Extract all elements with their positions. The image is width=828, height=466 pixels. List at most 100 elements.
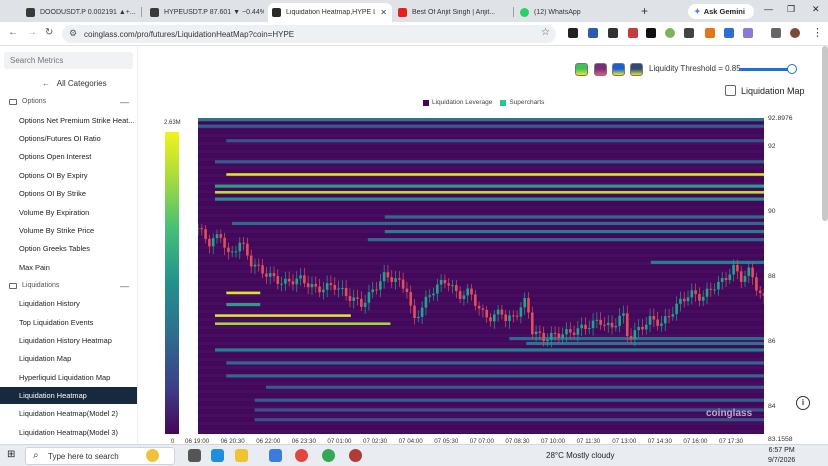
sidebar-item[interactable]: Liquidation Map (0, 350, 137, 367)
liquidity-threshold-slider[interactable] (739, 68, 793, 71)
back-icon[interactable]: ← (8, 27, 18, 38)
bookmark-star-icon[interactable]: ☆ (541, 27, 550, 38)
section-liquidations[interactable]: Liquidations — (9, 281, 129, 291)
color-theme-swatch[interactable] (575, 63, 588, 76)
extension-icon[interactable] (724, 28, 734, 38)
sidebar: ← All Categories Options — Options Net P… (0, 46, 138, 444)
extension-icon[interactable] (628, 28, 638, 38)
candle-body (413, 305, 416, 318)
page-scrollbar[interactable] (822, 46, 828, 221)
color-theme-swatch[interactable] (612, 63, 625, 76)
candle-body (584, 324, 587, 329)
browser-tab-hype[interactable]: HYPEUSDT.P 87.601 ▼ −0.44% (146, 3, 264, 22)
store-icon[interactable] (269, 449, 282, 462)
extension-icon[interactable] (743, 28, 753, 38)
liquidation-map-checkbox[interactable] (725, 85, 736, 96)
candle-body (405, 288, 409, 293)
color-theme-swatch[interactable] (594, 63, 607, 76)
liquidity-band (265, 385, 764, 389)
sidebar-item-liquidation-heatmap[interactable]: Liquidation Heatmap (0, 387, 137, 404)
extension-icon[interactable] (646, 28, 656, 38)
all-categories-link[interactable]: ← All Categories (42, 79, 107, 88)
candle-body (622, 313, 625, 316)
info-icon[interactable]: i (796, 396, 810, 410)
extension-icon[interactable] (665, 28, 675, 38)
sidebar-item[interactable]: Options Net Premium Strike Heat... (0, 112, 137, 129)
puzzle-extensions-icon[interactable] (771, 28, 781, 38)
liquidity-band (226, 291, 261, 295)
close-window-icon[interactable]: ✕ (812, 4, 820, 15)
chrome-icon[interactable] (295, 449, 308, 462)
browser-tab-liquidation-heatmap[interactable]: Liquidation Heatmap,HYPE Li... ✕ (268, 3, 392, 22)
sidebar-item[interactable]: Options/Futures OI Ratio (0, 130, 137, 147)
sidebar-item[interactable]: Options Open Interest (0, 148, 137, 165)
sidebar-item[interactable]: Liquidation History Heatmap (0, 332, 137, 349)
sidebar-item[interactable]: Volume By Expiration (0, 204, 137, 221)
sidebar-item[interactable]: Options OI By Expiry (0, 167, 137, 184)
plus-icon[interactable]: + (641, 4, 648, 18)
windows-start-icon[interactable]: ⊞ (7, 449, 15, 460)
color-theme-swatch[interactable] (630, 63, 643, 76)
windows-taskbar: ⊞ ⌕ Type here to search 28°C Mostly clou… (0, 444, 828, 466)
app-icon[interactable] (349, 449, 362, 462)
ask-gemini-button[interactable]: ✦ Ask Gemini (688, 4, 754, 19)
candle-body (477, 305, 481, 309)
legend-item-supercharts[interactable]: Supercharts (500, 99, 544, 106)
candle-body (606, 322, 610, 326)
sidebar-item[interactable]: Options OI By Strike (0, 185, 137, 202)
extension-icon[interactable] (684, 28, 694, 38)
collapse-icon[interactable]: — (120, 281, 129, 291)
extension-icon[interactable] (608, 28, 618, 38)
browser-menu-icon[interactable]: ⋮ (812, 26, 823, 39)
browser-tab-whatsapp[interactable]: (12) WhatsApp (516, 3, 634, 22)
tab-title: (12) WhatsApp (534, 9, 581, 16)
forward-icon[interactable]: → (27, 27, 37, 38)
restore-icon[interactable]: ❐ (787, 4, 795, 15)
candle-body (515, 315, 519, 317)
browser-tab-dood[interactable]: DOODUSDT.P 0.002191 ▲+... (22, 3, 140, 22)
candle-body (265, 273, 268, 277)
sidebar-item[interactable]: Volume By Strike Price (0, 222, 137, 239)
liquidation-heatmap-chart[interactable] (198, 118, 764, 434)
file-explorer-icon[interactable] (235, 449, 248, 462)
candle-body (379, 281, 382, 290)
legend-item-liquidation-leverage[interactable]: Liquidation Leverage (423, 99, 492, 106)
price-axis-label: 84 (768, 402, 776, 410)
price-axis-label: 92.8976 (768, 115, 793, 122)
sidebar-item[interactable]: Liquidation Heatmap(Model 2) (0, 405, 137, 422)
browser-tab-youtube[interactable]: Best Of Arijit Singh | Arijit... (394, 3, 512, 22)
sidebar-item[interactable]: Hyperliquid Liquidation Map (0, 369, 137, 386)
collapse-icon[interactable]: — (120, 97, 129, 107)
sidebar-item[interactable]: Liquidation History (0, 295, 137, 312)
extension-icon[interactable] (588, 28, 598, 38)
candle-body (660, 323, 663, 326)
sidebar-item[interactable]: Max Pain (0, 259, 137, 276)
metamask-icon[interactable] (705, 28, 715, 38)
task-view-icon[interactable] (188, 449, 201, 462)
extension-icon[interactable] (568, 28, 578, 38)
search-metrics-input[interactable] (4, 52, 133, 69)
edge-icon[interactable] (211, 449, 224, 462)
candle-body (424, 296, 428, 308)
sidebar-item[interactable]: Option Greeks Tables (0, 240, 137, 257)
reload-icon[interactable]: ↻ (45, 27, 53, 38)
chrome-active-icon[interactable] (322, 449, 335, 462)
sidebar-item[interactable]: Top Liquidation Events (0, 314, 137, 331)
slider-handle[interactable] (787, 64, 797, 74)
clock[interactable]: 6:57 PM 9/7/2026 (768, 446, 795, 466)
candle-body (360, 298, 363, 307)
profile-avatar[interactable] (790, 28, 800, 38)
tab-title: HYPEUSDT.P 87.601 ▼ −0.44% (164, 9, 264, 16)
url-bar[interactable]: ⚙ coinglass.com/pro/futures/LiquidationH… (62, 25, 556, 43)
clock-date: 9/7/2026 (768, 457, 796, 464)
price-axis-label: 83.1558 (768, 436, 793, 443)
site-info-icon[interactable]: ⚙ (69, 28, 77, 39)
liquidity-band (254, 398, 764, 402)
minimize-icon[interactable]: — (764, 4, 773, 14)
copilot-icon[interactable] (146, 449, 159, 462)
weather-widget[interactable]: 28°C Mostly cloudy (546, 451, 615, 460)
close-tab-icon[interactable]: ✕ (380, 8, 387, 17)
candle-body (337, 288, 340, 290)
sidebar-item[interactable]: Liquidation Heatmap(Model 3) (0, 424, 137, 441)
section-options[interactable]: Options — (9, 97, 129, 107)
